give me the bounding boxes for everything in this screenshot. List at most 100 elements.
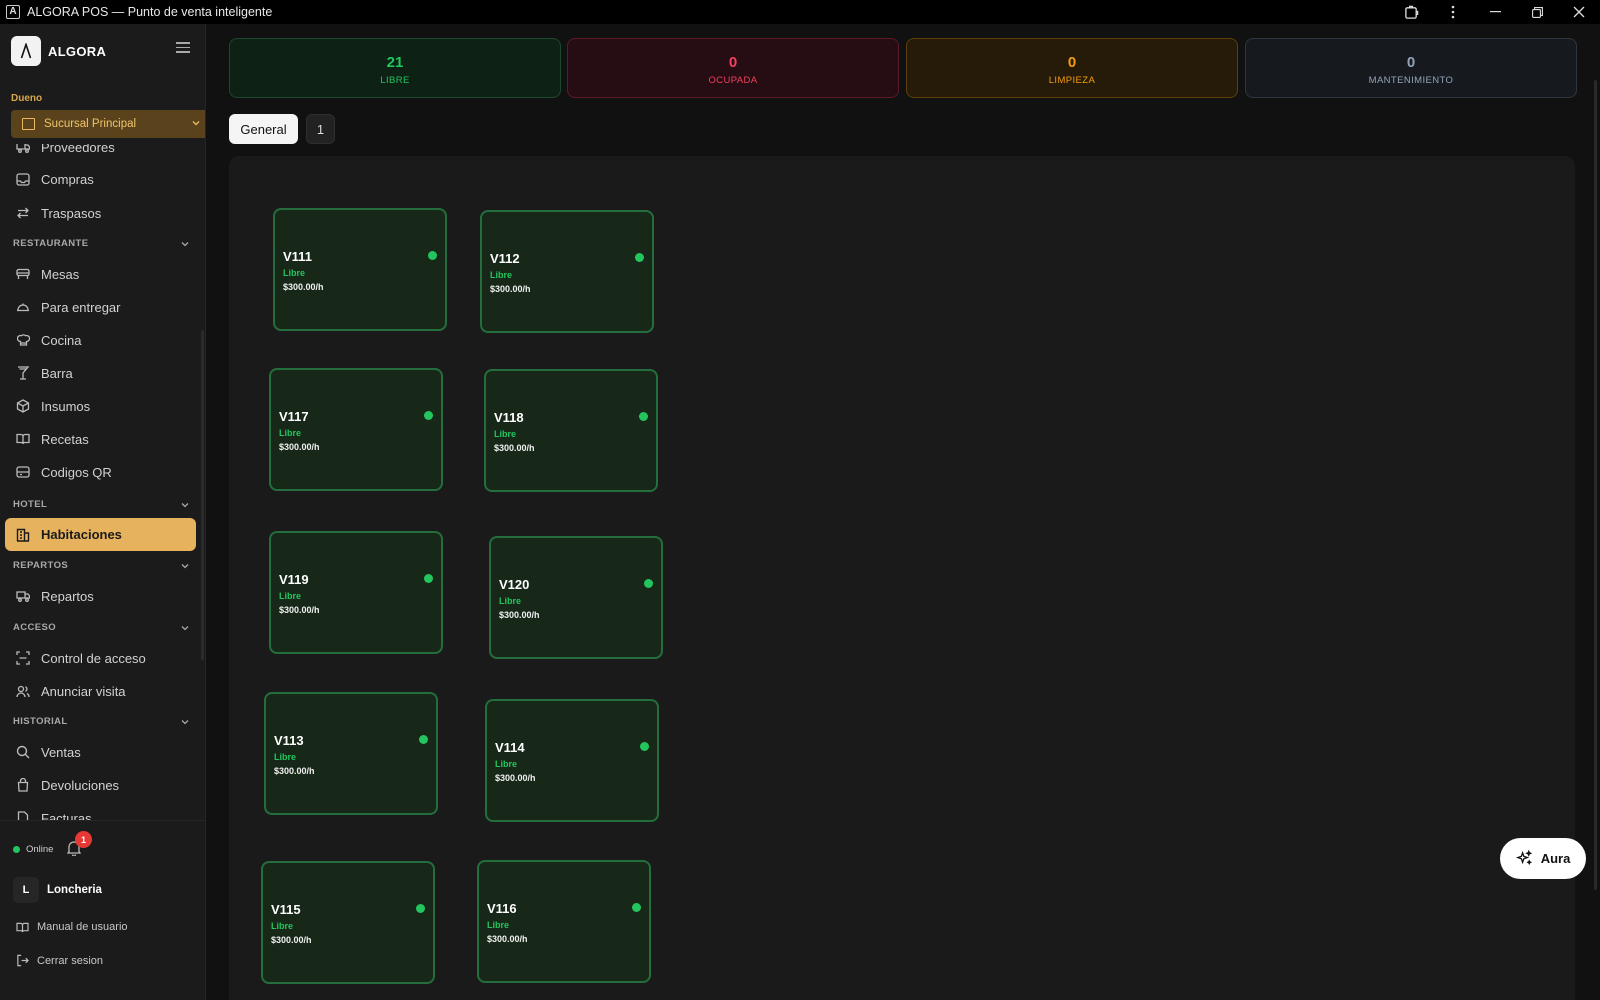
sidebar-item-proveedores[interactable]: Proveedores: [0, 144, 200, 162]
menu-toggle-icon[interactable]: [176, 42, 190, 56]
stat-label: MANTENIMIENTO: [1368, 75, 1454, 86]
chevron-down-icon: [181, 502, 189, 507]
room-card[interactable]: V111 Libre $300.00/h: [273, 208, 447, 331]
sidebar-item-mesas[interactable]: Mesas: [0, 259, 200, 289]
sidebar-item-label: Codigos QR: [41, 464, 112, 480]
inbox-icon: [16, 172, 30, 186]
tab-floor-1[interactable]: 1: [306, 114, 335, 144]
room-price: $300.00/h: [487, 934, 528, 944]
sidebar-item-habitaciones[interactable]: Habitaciones: [5, 518, 196, 551]
sidebar-item-repartos[interactable]: Repartos: [0, 581, 200, 611]
users-icon: [16, 684, 30, 698]
tab-general[interactable]: General: [229, 114, 298, 144]
nav-menu: Proveedores Compras Traspasos RESTAURANT…: [0, 144, 205, 820]
restore-icon[interactable]: [1516, 0, 1558, 24]
sidebar-item-barra[interactable]: Barra: [0, 358, 200, 388]
sidebar-item-control-acceso[interactable]: Control de acceso: [0, 643, 200, 673]
section-repartos[interactable]: REPARTOS: [13, 560, 190, 571]
sidebar-item-cocina[interactable]: Cocina: [0, 325, 200, 355]
room-status: Libre: [279, 428, 302, 438]
aura-button[interactable]: Aura: [1500, 838, 1586, 879]
room-price: $300.00/h: [271, 935, 312, 945]
table-icon: [16, 267, 30, 281]
room-card[interactable]: V115 Libre $300.00/h: [261, 861, 435, 984]
status-dot-icon: [640, 742, 649, 751]
room-card[interactable]: V119 Libre $300.00/h: [269, 531, 443, 654]
room-status: Libre: [490, 270, 513, 280]
stat-count: 0: [1406, 54, 1416, 71]
stat-card-ocupada[interactable]: 0 OCUPADA: [567, 38, 899, 98]
sidebar-item-traspasos[interactable]: Traspasos: [0, 198, 200, 228]
section-label: HOTEL: [13, 499, 48, 510]
sidebar-item-label: Facturas: [41, 810, 92, 821]
chevron-down-icon: [181, 719, 189, 724]
sidebar-item-recetas[interactable]: Recetas: [0, 424, 200, 454]
window-title: ALGORA POS — Punto de venta inteligente: [27, 5, 273, 19]
main-scrollbar[interactable]: [1594, 80, 1597, 890]
stat-card-limpieza[interactable]: 0 LIMPIEZA: [906, 38, 1238, 98]
room-name: V115: [271, 902, 301, 917]
room-card[interactable]: V114 Libre $300.00/h: [485, 699, 659, 822]
book-open-icon: [16, 432, 30, 446]
sidebar-item-insumos[interactable]: Insumos: [0, 391, 200, 421]
room-card[interactable]: V113 Libre $300.00/h: [264, 692, 438, 815]
sidebar-item-label: Para entregar: [41, 299, 121, 315]
section-restaurante[interactable]: RESTAURANTE: [13, 238, 190, 249]
room-status: Libre: [279, 591, 302, 601]
room-name: V116: [487, 901, 517, 916]
sidebar-footer: Online 1 L Loncheria Manual de usuario C…: [0, 820, 205, 1000]
search-icon: [16, 745, 30, 759]
sidebar-item-ventas[interactable]: Ventas: [0, 737, 200, 767]
sidebar-item-para-entregar[interactable]: Para entregar: [0, 292, 200, 322]
stat-card-mantenimiento[interactable]: 0 MANTENIMIENTO: [1245, 38, 1577, 98]
room-status: Libre: [495, 759, 518, 769]
room-card[interactable]: V112 Libre $300.00/h: [480, 210, 654, 333]
section-historial[interactable]: HISTORIAL: [13, 716, 190, 727]
branch-selector[interactable]: Sucursal Principal: [11, 110, 205, 138]
room-status: Libre: [271, 921, 294, 931]
package-icon: [16, 399, 30, 413]
manual-link[interactable]: Manual de usuario: [16, 921, 128, 933]
chevron-down-icon: [181, 625, 189, 630]
close-icon[interactable]: [1558, 0, 1600, 24]
avatar: L: [13, 877, 39, 903]
sidebar-scrollbar[interactable]: [201, 330, 204, 660]
room-card[interactable]: V116 Libre $300.00/h: [477, 860, 651, 983]
sidebar-item-codigos-qr[interactable]: Codigos QR: [0, 457, 200, 487]
brand[interactable]: ALGORA: [11, 36, 106, 66]
sidebar-item-label: Mesas: [41, 266, 80, 282]
sidebar-item-label: Anunciar visita: [41, 683, 126, 699]
user-profile[interactable]: L Loncheria: [13, 877, 102, 903]
stat-label: LIBRE: [380, 75, 410, 86]
status-dot-icon: [632, 903, 641, 912]
status-dot-icon: [428, 251, 437, 260]
section-acceso[interactable]: ACCESO: [13, 622, 190, 633]
room-name: V114: [495, 740, 525, 755]
room-card[interactable]: V120 Libre $300.00/h: [489, 536, 663, 659]
section-hotel[interactable]: HOTEL: [13, 499, 190, 510]
sidebar-item-label: Ventas: [41, 744, 81, 760]
online-dot-icon: [13, 846, 20, 853]
brand-name: ALGORA: [48, 43, 107, 59]
sparkles-icon: [1515, 850, 1533, 866]
logout-link[interactable]: Cerrar sesion: [16, 954, 103, 967]
sidebar-item-facturas[interactable]: Facturas: [0, 803, 200, 820]
sidebar-item-devoluciones[interactable]: Devoluciones: [0, 770, 200, 800]
room-price: $300.00/h: [283, 282, 324, 292]
extensions-icon[interactable]: [1390, 0, 1432, 24]
stat-card-libre[interactable]: 21 LIBRE: [229, 38, 561, 98]
room-card[interactable]: V117 Libre $300.00/h: [269, 368, 443, 491]
sidebar-item-compras[interactable]: Compras: [0, 164, 200, 194]
sidebar-item-label: Insumos: [41, 398, 91, 414]
more-options-icon[interactable]: [1432, 0, 1474, 24]
window-titlebar: A ALGORA POS — Punto de venta inteligent…: [0, 0, 1600, 24]
app-logo-icon: A: [6, 5, 20, 19]
room-status: Libre: [494, 429, 517, 439]
qr-code-icon: [16, 465, 30, 479]
room-card[interactable]: V118 Libre $300.00/h: [484, 369, 658, 492]
status-dot-icon: [424, 574, 433, 583]
sidebar-item-anunciar-visita[interactable]: Anunciar visita: [0, 676, 200, 706]
status-label: Online: [26, 844, 54, 855]
chevron-down-icon: [192, 121, 200, 126]
minimize-icon[interactable]: [1474, 0, 1516, 24]
